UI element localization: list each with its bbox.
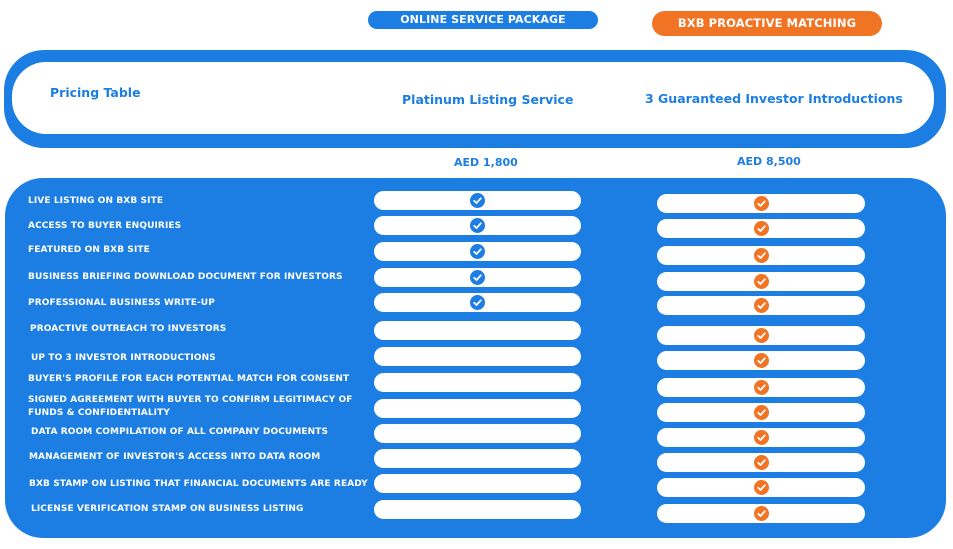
check-circle-icon (753, 274, 769, 289)
feature-label: FEATURED ON BXB SITE (28, 245, 150, 255)
platinum-feature-cell (374, 321, 581, 340)
check-circle-icon (753, 221, 769, 236)
check-circle-icon (470, 270, 485, 285)
check-circle-icon (753, 506, 769, 521)
check-circle-icon (753, 248, 769, 263)
bxb-feature-cell (657, 378, 865, 397)
check-circle-icon (753, 480, 769, 495)
check-circle-icon (470, 295, 485, 310)
plan-price-platinum: AED 1,800 (454, 156, 518, 169)
feature-label: BXB STAMP ON LISTING THAT FINANCIAL DOCU… (29, 479, 368, 489)
bxb-feature-cell (657, 272, 865, 291)
platinum-feature-cell (374, 268, 581, 287)
bxb-feature-cell (657, 428, 865, 447)
check-circle-icon (753, 405, 769, 420)
feature-label: MANAGEMENT OF INVESTOR'S ACCESS INTO DAT… (29, 452, 321, 462)
platinum-feature-cell (374, 242, 581, 261)
check-circle-icon (470, 193, 485, 208)
platinum-feature-cell (374, 424, 581, 443)
bxb-feature-cell (657, 296, 865, 315)
platinum-feature-cell (374, 191, 581, 210)
bxb-feature-cell (657, 219, 865, 238)
bxb-feature-cell (657, 504, 865, 523)
pricing-table-title: Pricing Table (50, 85, 141, 100)
check-circle-icon (753, 328, 769, 343)
check-circle-icon (470, 218, 485, 233)
bxb-feature-cell (657, 403, 865, 422)
platinum-feature-cell (374, 500, 581, 519)
plan-name-bxb: 3 Guaranteed Investor Introductions (645, 91, 903, 106)
online-service-package-badge: ONLINE SERVICE PACKAGE (368, 11, 598, 29)
pricing-header-inner: Pricing Table Platinum Listing Service 3… (12, 62, 934, 134)
bxb-proactive-matching-badge: BXB PROACTIVE MATCHING SERVICE (652, 11, 882, 55)
platinum-feature-cell (374, 449, 581, 468)
feature-label: PROACTIVE OUTREACH TO INVESTORS (30, 324, 227, 334)
platinum-feature-cell (374, 399, 581, 418)
bxb-feature-cell (657, 326, 865, 345)
pricing-header: Pricing Table Platinum Listing Service 3… (4, 50, 946, 148)
check-circle-icon (753, 298, 769, 313)
feature-label: SIGNED AGREEMENT WITH BUYER TO CONFIRM L… (28, 395, 353, 418)
feature-label: PROFESSIONAL BUSINESS WRITE-UP (28, 298, 215, 308)
platinum-feature-cell (374, 474, 581, 493)
platinum-feature-cell (374, 216, 581, 235)
bxb-feature-cell (657, 194, 865, 213)
check-circle-icon (470, 244, 485, 259)
bxb-feature-cell (657, 478, 865, 497)
plan-name-platinum: Platinum Listing Service (402, 92, 574, 107)
check-circle-icon (753, 380, 769, 395)
check-circle-icon (753, 430, 769, 445)
platinum-feature-cell (374, 347, 581, 366)
feature-label: BUYER'S PROFILE FOR EACH POTENTIAL MATCH… (28, 374, 350, 384)
feature-label: DATA ROOM COMPILATION OF ALL COMPANY DOC… (31, 427, 329, 437)
feature-label: LICENSE VERIFICATION STAMP ON BUSINESS L… (31, 504, 304, 514)
check-circle-icon (753, 196, 769, 211)
feature-label: UP TO 3 INVESTOR INTRODUCTIONS (31, 353, 216, 363)
feature-label: BUSINESS BRIEFING DOWNLOAD DOCUMENT FOR … (28, 272, 343, 282)
bxb-feature-cell (657, 246, 865, 265)
plan-price-bxb: AED 8,500 (737, 155, 801, 168)
feature-label: LIVE LISTING ON BXB SITE (28, 196, 164, 206)
platinum-feature-cell (374, 373, 581, 392)
check-circle-icon (753, 455, 769, 470)
bxb-feature-cell (657, 351, 865, 370)
bxb-feature-cell (657, 453, 865, 472)
feature-label: ACCESS TO BUYER ENQUIRIES (28, 221, 182, 231)
platinum-feature-cell (374, 293, 581, 312)
check-circle-icon (753, 353, 769, 368)
